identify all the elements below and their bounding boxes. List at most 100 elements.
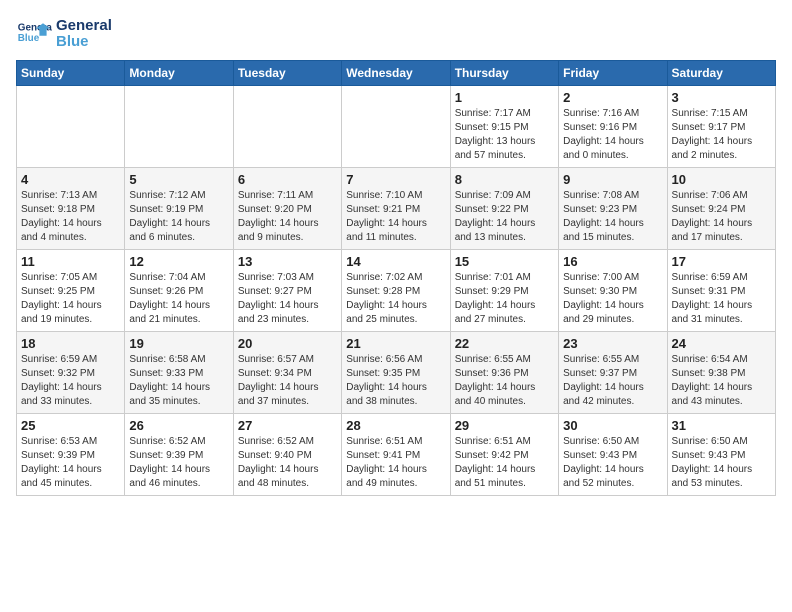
svg-text:Blue: Blue xyxy=(18,33,40,44)
day-number: 10 xyxy=(672,172,771,187)
day-info: Sunrise: 6:59 AM Sunset: 9:32 PM Dayligh… xyxy=(21,353,120,409)
weekday-monday: Monday xyxy=(125,61,233,86)
day-number: 8 xyxy=(455,172,554,187)
day-number: 11 xyxy=(21,254,120,269)
day-info: Sunrise: 6:57 AM Sunset: 9:34 PM Dayligh… xyxy=(238,353,337,409)
day-info: Sunrise: 6:50 AM Sunset: 9:43 PM Dayligh… xyxy=(563,435,662,491)
day-number: 6 xyxy=(238,172,337,187)
day-info: Sunrise: 6:50 AM Sunset: 9:43 PM Dayligh… xyxy=(672,435,771,491)
calendar-cell: 20 Sunrise: 6:57 AM Sunset: 9:34 PM Dayli… xyxy=(233,332,341,414)
day-number: 12 xyxy=(129,254,228,269)
calendar-week-2: 4 Sunrise: 7:13 AM Sunset: 9:18 PM Daylig… xyxy=(17,168,776,250)
weekday-friday: Friday xyxy=(559,61,667,86)
day-number: 29 xyxy=(455,418,554,433)
day-info: Sunrise: 6:55 AM Sunset: 9:36 PM Dayligh… xyxy=(455,353,554,409)
calendar-cell: 14Sunrise: 7:02 AM Sunset: 9:28 PM Dayli… xyxy=(342,250,450,332)
day-info: Sunrise: 6:51 AM Sunset: 9:42 PM Dayligh… xyxy=(455,435,554,491)
calendar-header: SundayMondayTuesdayWednesdayThursdayFrid… xyxy=(17,61,776,86)
day-number: 18 xyxy=(21,336,120,351)
day-info: Sunrise: 7:11 AM Sunset: 9:20 PM Dayligh… xyxy=(238,189,337,245)
calendar-cell: 21 Sunrise: 6:56 AM Sunset: 9:35 PM Dayli… xyxy=(342,332,450,414)
calendar-cell: 16 Sunrise: 7:00 AM Sunset: 9:30 PM Dayli… xyxy=(559,250,667,332)
calendar-cell: 10 Sunrise: 7:06 AM Sunset: 9:24 PM Dayli… xyxy=(667,168,775,250)
calendar-cell: 3 Sunrise: 7:15 AM Sunset: 9:17 PM Daylig… xyxy=(667,86,775,168)
calendar-cell: 13 Sunrise: 7:03 AM Sunset: 9:27 PM Dayli… xyxy=(233,250,341,332)
calendar-cell xyxy=(342,86,450,168)
day-info: Sunrise: 6:55 AM Sunset: 9:37 PM Dayligh… xyxy=(563,353,662,409)
day-number: 31 xyxy=(672,418,771,433)
calendar-cell: 9 Sunrise: 7:08 AM Sunset: 9:23 PM Daylig… xyxy=(559,168,667,250)
calendar-cell: 1Sunrise: 7:17 AM Sunset: 9:15 PM Daylig… xyxy=(450,86,558,168)
day-number: 7 xyxy=(346,172,445,187)
day-number: 30 xyxy=(563,418,662,433)
calendar-cell: 11 Sunrise: 7:05 AM Sunset: 9:25 PM Dayli… xyxy=(17,250,125,332)
calendar-cell: 28Sunrise: 6:51 AM Sunset: 9:41 PM Dayli… xyxy=(342,414,450,496)
day-info: Sunrise: 7:00 AM Sunset: 9:30 PM Dayligh… xyxy=(563,271,662,327)
calendar-cell: 2 Sunrise: 7:16 AM Sunset: 9:16 PM Daylig… xyxy=(559,86,667,168)
day-info: Sunrise: 6:53 AM Sunset: 9:39 PM Dayligh… xyxy=(21,435,120,491)
day-number: 20 xyxy=(238,336,337,351)
calendar-cell xyxy=(125,86,233,168)
header: General Blue General Blue xyxy=(16,16,776,52)
day-number: 27 xyxy=(238,418,337,433)
day-info: Sunrise: 6:58 AM Sunset: 9:33 PM Dayligh… xyxy=(129,353,228,409)
day-number: 5 xyxy=(129,172,228,187)
calendar-cell: 17Sunrise: 6:59 AM Sunset: 9:31 PM Dayli… xyxy=(667,250,775,332)
day-number: 4 xyxy=(21,172,120,187)
day-info: Sunrise: 6:52 AM Sunset: 9:40 PM Dayligh… xyxy=(238,435,337,491)
day-number: 23 xyxy=(563,336,662,351)
day-number: 16 xyxy=(563,254,662,269)
day-number: 24 xyxy=(672,336,771,351)
weekday-header-row: SundayMondayTuesdayWednesdayThursdayFrid… xyxy=(17,61,776,86)
day-number: 21 xyxy=(346,336,445,351)
day-number: 1 xyxy=(455,90,554,105)
calendar-cell: 23 Sunrise: 6:55 AM Sunset: 9:37 PM Dayli… xyxy=(559,332,667,414)
day-info: Sunrise: 6:52 AM Sunset: 9:39 PM Dayligh… xyxy=(129,435,228,491)
calendar-cell: 15 Sunrise: 7:01 AM Sunset: 9:29 PM Dayli… xyxy=(450,250,558,332)
calendar-cell: 31 Sunrise: 6:50 AM Sunset: 9:43 PM Dayli… xyxy=(667,414,775,496)
day-number: 3 xyxy=(672,90,771,105)
weekday-saturday: Saturday xyxy=(667,61,775,86)
day-info: Sunrise: 6:54 AM Sunset: 9:38 PM Dayligh… xyxy=(672,353,771,409)
calendar-cell: 22 Sunrise: 6:55 AM Sunset: 9:36 PM Dayli… xyxy=(450,332,558,414)
day-number: 26 xyxy=(129,418,228,433)
calendar-cell: 12 Sunrise: 7:04 AM Sunset: 9:26 PM Dayli… xyxy=(125,250,233,332)
calendar-cell: 25 Sunrise: 6:53 AM Sunset: 9:39 PM Dayli… xyxy=(17,414,125,496)
calendar-week-5: 25 Sunrise: 6:53 AM Sunset: 9:39 PM Dayli… xyxy=(17,414,776,496)
day-number: 22 xyxy=(455,336,554,351)
day-info: Sunrise: 7:16 AM Sunset: 9:16 PM Dayligh… xyxy=(563,107,662,163)
weekday-thursday: Thursday xyxy=(450,61,558,86)
calendar-cell: 8 Sunrise: 7:09 AM Sunset: 9:22 PM Daylig… xyxy=(450,168,558,250)
calendar-cell xyxy=(233,86,341,168)
logo-icon: General Blue xyxy=(16,16,52,52)
day-info: Sunrise: 7:06 AM Sunset: 9:24 PM Dayligh… xyxy=(672,189,771,245)
day-info: Sunrise: 7:15 AM Sunset: 9:17 PM Dayligh… xyxy=(672,107,771,163)
day-info: Sunrise: 6:59 AM Sunset: 9:31 PM Dayligh… xyxy=(672,271,771,327)
day-info: Sunrise: 7:05 AM Sunset: 9:25 PM Dayligh… xyxy=(21,271,120,327)
calendar-table: SundayMondayTuesdayWednesdayThursdayFrid… xyxy=(16,60,776,496)
day-number: 2 xyxy=(563,90,662,105)
day-info: Sunrise: 6:56 AM Sunset: 9:35 PM Dayligh… xyxy=(346,353,445,409)
day-number: 25 xyxy=(21,418,120,433)
day-info: Sunrise: 7:04 AM Sunset: 9:26 PM Dayligh… xyxy=(129,271,228,327)
calendar-week-1: 1Sunrise: 7:17 AM Sunset: 9:15 PM Daylig… xyxy=(17,86,776,168)
calendar-cell: 29 Sunrise: 6:51 AM Sunset: 9:42 PM Dayli… xyxy=(450,414,558,496)
calendar-cell xyxy=(17,86,125,168)
day-info: Sunrise: 7:08 AM Sunset: 9:23 PM Dayligh… xyxy=(563,189,662,245)
calendar-week-3: 11 Sunrise: 7:05 AM Sunset: 9:25 PM Dayli… xyxy=(17,250,776,332)
calendar-cell: 24 Sunrise: 6:54 AM Sunset: 9:38 PM Dayli… xyxy=(667,332,775,414)
calendar-cell: 26 Sunrise: 6:52 AM Sunset: 9:39 PM Dayli… xyxy=(125,414,233,496)
day-number: 9 xyxy=(563,172,662,187)
calendar-cell: 6 Sunrise: 7:11 AM Sunset: 9:20 PM Daylig… xyxy=(233,168,341,250)
weekday-wednesday: Wednesday xyxy=(342,61,450,86)
day-number: 15 xyxy=(455,254,554,269)
day-info: Sunrise: 7:13 AM Sunset: 9:18 PM Dayligh… xyxy=(21,189,120,245)
day-info: Sunrise: 7:03 AM Sunset: 9:27 PM Dayligh… xyxy=(238,271,337,327)
day-info: Sunrise: 7:09 AM Sunset: 9:22 PM Dayligh… xyxy=(455,189,554,245)
day-info: Sunrise: 6:51 AM Sunset: 9:41 PM Dayligh… xyxy=(346,435,445,491)
day-number: 19 xyxy=(129,336,228,351)
day-info: Sunrise: 7:01 AM Sunset: 9:29 PM Dayligh… xyxy=(455,271,554,327)
calendar-cell: 19 Sunrise: 6:58 AM Sunset: 9:33 PM Dayli… xyxy=(125,332,233,414)
weekday-tuesday: Tuesday xyxy=(233,61,341,86)
day-number: 13 xyxy=(238,254,337,269)
